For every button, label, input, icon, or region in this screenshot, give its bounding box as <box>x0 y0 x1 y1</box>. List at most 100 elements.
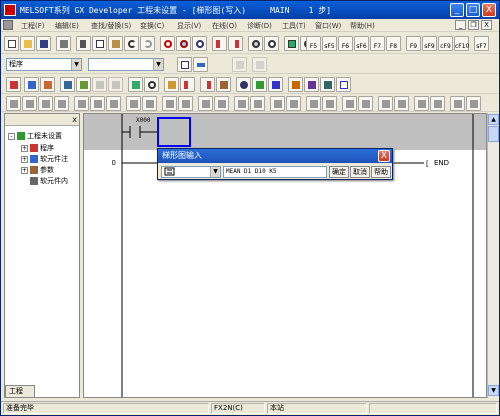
ladder-symbol-button[interactable] <box>342 96 357 111</box>
ladder-symbol-button[interactable] <box>234 96 249 111</box>
ladder-symbol-button[interactable] <box>54 96 69 111</box>
sfc-mode-button[interactable] <box>24 77 39 92</box>
tab-project[interactable]: 工程 <box>5 385 35 397</box>
find-contact-button[interactable] <box>192 36 207 51</box>
chevron-down-icon[interactable]: ▼ <box>71 59 81 70</box>
ladder-symbol-button[interactable] <box>286 96 301 111</box>
online-change-button[interactable] <box>92 77 107 92</box>
menu-help[interactable]: 帮助(H) <box>350 21 375 31</box>
fkey-cf10-delete-vline-button[interactable]: cF10 <box>454 36 469 51</box>
disabled-button[interactable] <box>232 57 247 72</box>
buffer-monitor-button[interactable] <box>304 77 319 92</box>
ladder-symbol-button[interactable] <box>22 96 37 111</box>
document-icon[interactable] <box>3 20 13 30</box>
ladder-symbol-button[interactable] <box>198 96 213 111</box>
entry-monitor-button[interactable] <box>288 77 303 92</box>
ladder-symbol-button[interactable] <box>126 96 141 111</box>
edit-cursor[interactable] <box>157 117 191 147</box>
ladder-symbol-button[interactable] <box>178 96 193 111</box>
ok-button[interactable]: 确定 <box>329 166 349 178</box>
mdi-minimize-button[interactable]: _ <box>455 20 466 30</box>
fkey-sf7-button[interactable]: sF7 <box>474 36 489 51</box>
minimize-button[interactable]: _ <box>450 3 464 17</box>
menu-tools[interactable]: 工具(T) <box>282 21 306 31</box>
maximize-button[interactable]: □ <box>466 3 480 17</box>
ladder-symbol-button[interactable] <box>38 96 53 111</box>
save-button[interactable] <box>36 36 51 51</box>
tree-item-device-comment[interactable]: + 软元件注 <box>21 154 68 164</box>
write-button[interactable] <box>228 36 243 51</box>
help-button[interactable]: 帮助 <box>371 166 391 178</box>
vertical-scrollbar[interactable]: ▲ ▼ <box>487 113 499 398</box>
ladder-symbol-button[interactable] <box>74 96 89 111</box>
display-button[interactable] <box>284 36 299 51</box>
new-button[interactable] <box>4 36 19 51</box>
mdi-restore-button[interactable]: ❐ <box>468 20 479 30</box>
simulation-button[interactable] <box>252 77 267 92</box>
menu-edit[interactable]: 编辑(E) <box>55 21 79 31</box>
instruction-input[interactable]: MEAN D1 D10 K5 <box>223 166 327 178</box>
ladder-symbol-button[interactable] <box>450 96 465 111</box>
chevron-down-icon[interactable]: ▼ <box>153 59 163 70</box>
copy-button[interactable] <box>92 36 107 51</box>
monitor-button[interactable] <box>212 36 227 51</box>
ladder-symbol-button[interactable] <box>394 96 409 111</box>
fkey-f8-instruction-button[interactable]: F8 <box>386 36 401 51</box>
scroll-down-icon[interactable]: ▼ <box>488 385 499 396</box>
menu-window[interactable]: 窗口(W) <box>315 21 341 31</box>
convert-all-button[interactable] <box>76 77 91 92</box>
fkey-sf5-parallel-button[interactable]: sF5 <box>322 36 337 51</box>
close-icon[interactable]: x <box>72 115 77 124</box>
fkey-f6-nc-contact-button[interactable]: F6 <box>338 36 353 51</box>
ladder-symbol-button[interactable] <box>270 96 285 111</box>
comment-button[interactable] <box>193 57 208 72</box>
program-combo[interactable]: 程序 ▼ <box>6 58 82 71</box>
menu-convert[interactable]: 变换(C) <box>140 21 164 31</box>
ladder-mode-button[interactable] <box>6 77 21 92</box>
ladder-symbol-button[interactable] <box>322 96 337 111</box>
cancel-button[interactable]: 取消 <box>350 166 370 178</box>
ladder-symbol-button[interactable] <box>430 96 445 111</box>
menu-project[interactable]: 工程(F) <box>21 21 45 31</box>
expand-icon[interactable]: + <box>21 144 28 152</box>
ladder-symbol-button[interactable] <box>90 96 105 111</box>
print-button[interactable] <box>56 36 71 51</box>
tree-item-program[interactable]: + 程序 <box>21 143 54 153</box>
expand-icon[interactable]: + <box>21 166 28 174</box>
paste-button[interactable] <box>108 36 123 51</box>
fkey-f5-contact-button[interactable]: F5 <box>306 36 321 51</box>
zoom-in-button[interactable] <box>248 36 263 51</box>
read-button[interactable] <box>128 77 143 92</box>
expand-icon[interactable]: + <box>21 155 28 163</box>
disabled-button[interactable] <box>252 57 267 72</box>
mdi-close-button[interactable]: X <box>481 20 492 30</box>
ladder-symbol-button[interactable] <box>214 96 229 111</box>
tree-item-device-memory[interactable]: 软元件内 <box>30 176 68 186</box>
read-plc-button[interactable] <box>200 77 215 92</box>
ladder-symbol-button[interactable] <box>106 96 121 111</box>
tree-root[interactable]: - 工程未设置 <box>8 131 62 141</box>
fkey-sf9-vline-button[interactable]: sF9 <box>422 36 437 51</box>
ladder-symbol-button[interactable] <box>358 96 373 111</box>
search-device-button[interactable] <box>144 77 159 92</box>
list-mode-button[interactable] <box>40 77 55 92</box>
plc-diagnostics-button[interactable] <box>236 77 251 92</box>
open-button[interactable] <box>20 36 35 51</box>
disabled-button[interactable] <box>108 77 123 92</box>
ladder-symbol-button[interactable] <box>306 96 321 111</box>
ladder-list-button[interactable] <box>320 77 335 92</box>
ladder-symbol-button[interactable] <box>250 96 265 111</box>
menu-view[interactable]: 显示(V) <box>177 21 201 31</box>
fkey-cf9-delete-hline-button[interactable]: cF9 <box>438 36 453 51</box>
find-instruction-button[interactable] <box>176 36 191 51</box>
undo-button[interactable] <box>124 36 139 51</box>
fkey-f7-coil-button[interactable]: F7 <box>370 36 385 51</box>
window-button[interactable] <box>336 77 351 92</box>
ladder-symbol-button[interactable] <box>6 96 21 111</box>
symbol-select[interactable]: ▼ <box>161 166 221 178</box>
ladder-symbol-button[interactable] <box>414 96 429 111</box>
dialog-close-button[interactable]: X <box>378 150 390 162</box>
verify-button[interactable] <box>216 77 231 92</box>
zoom-out-button[interactable] <box>264 36 279 51</box>
convert-button[interactable] <box>60 77 75 92</box>
